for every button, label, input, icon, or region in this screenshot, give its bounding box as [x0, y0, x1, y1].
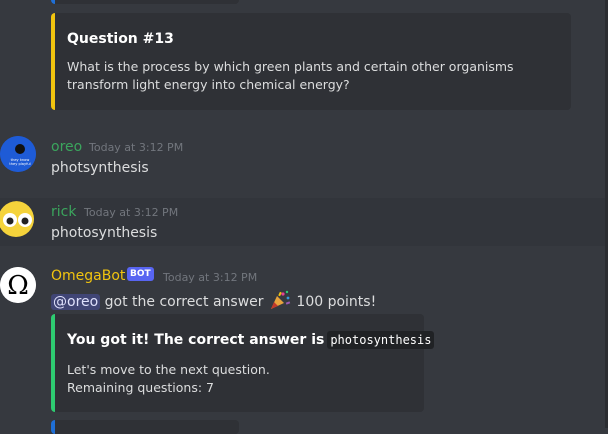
timestamp: Today at 3:12 PM	[163, 271, 258, 284]
message-content: photosynthesis	[51, 225, 158, 241]
user-mention[interactable]: @oreo	[51, 294, 101, 310]
oreo-avatar-image: they know they playful	[0, 136, 36, 172]
username-oreo[interactable]: oreo	[51, 139, 82, 155]
omega-icon: Ω	[0, 267, 36, 303]
message-content: @oreo got the correct answer 100 points!	[51, 290, 376, 310]
username-rick[interactable]: rick	[51, 204, 76, 220]
content-text: got the correct answer	[100, 294, 264, 310]
timestamp: Today at 3:12 PM	[84, 206, 179, 219]
correct-answer-embed: You got it! The correct answer is photosy…	[51, 314, 435, 412]
message-content: photsynthesis	[51, 160, 149, 176]
bot-tag: BOT	[127, 267, 154, 281]
timestamp: Today at 3:12 PM	[89, 141, 184, 154]
party-popper-icon	[270, 290, 291, 309]
avatar-oreo[interactable]: they know they playful	[0, 136, 36, 172]
remaining-questions-text: Remaining questions: 7	[67, 380, 215, 395]
question-text: What is the process by which green plant…	[67, 59, 514, 92]
points-text: 100 points!	[291, 294, 377, 310]
next-embed-fragment	[51, 420, 239, 434]
username-omegabot[interactable]: OmegaBot	[51, 268, 125, 284]
answer-embed-title: You got it! The correct answer is photosy…	[67, 331, 435, 349]
question-embed: Question #13 What is the process by whic…	[51, 13, 571, 110]
previous-embed-fragment	[51, 0, 239, 4]
svg-text:Ω: Ω	[7, 271, 29, 301]
svg-text:they playful: they playful	[9, 162, 30, 166]
avatar-omegabot[interactable]: Ω	[0, 267, 36, 303]
answer-code: photosynthesis	[327, 331, 435, 349]
question-title: Question #13	[67, 31, 174, 47]
next-question-text: Let's move to the next question.	[67, 362, 270, 377]
